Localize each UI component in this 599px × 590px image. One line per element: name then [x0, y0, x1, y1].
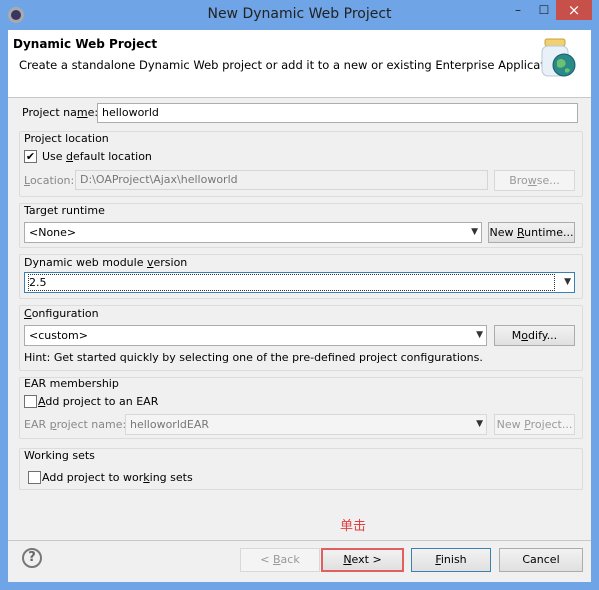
configuration-label: Configuration — [24, 307, 99, 320]
close-button[interactable]: × — [556, 0, 592, 20]
configuration-value: <custom> — [29, 329, 88, 342]
ear-project-name-select[interactable]: helloworldEAR ▼ — [125, 414, 487, 435]
location-label: Location: — [24, 174, 75, 187]
ear-project-name-label: EAR project name: — [24, 418, 127, 431]
new-project-button[interactable]: New Project... — [494, 414, 575, 435]
add-to-working-sets-label: Add project to working sets — [42, 471, 193, 484]
modify-button[interactable]: Modify... — [494, 325, 575, 346]
project-location-label: Project location — [24, 132, 109, 145]
back-button[interactable]: < Back — [240, 548, 320, 572]
chevron-down-icon: ▼ — [471, 227, 478, 237]
finish-button[interactable]: Finish — [411, 548, 491, 572]
click-annotation: 单击 — [340, 519, 367, 534]
chevron-down-icon: ▼ — [476, 330, 483, 340]
module-version-value: 2.5 — [28, 274, 555, 291]
cancel-button[interactable]: Cancel — [499, 548, 583, 572]
add-to-ear-checkbox[interactable] — [24, 395, 37, 408]
configuration-select[interactable]: <custom> ▼ — [24, 325, 487, 346]
module-version-select[interactable]: 2.5 ▼ — [24, 272, 575, 293]
ear-project-name-value: helloworldEAR — [130, 418, 209, 431]
maximize-button[interactable]: ☐ — [531, 0, 557, 20]
target-runtime-value: <None> — [29, 226, 77, 239]
chevron-down-icon: ▼ — [564, 277, 571, 287]
project-name-input[interactable]: helloworld — [97, 103, 578, 123]
use-default-location-checkbox[interactable]: ✔ — [24, 150, 37, 163]
configuration-hint: Hint: Get started quickly by selecting o… — [24, 351, 483, 364]
target-runtime-select[interactable]: <None> ▼ — [24, 222, 482, 243]
project-name-label: Project name: — [22, 106, 99, 119]
help-icon[interactable]: ? — [22, 548, 42, 568]
wizard-title: Dynamic Web Project — [13, 37, 158, 51]
use-default-location-label: Use default location — [42, 150, 152, 163]
location-input[interactable]: D:\OAProject\Ajax\helloworld — [75, 170, 488, 190]
add-to-ear-label: Add project to an EAR — [38, 395, 159, 408]
target-runtime-label: Target runtime — [24, 204, 105, 217]
web-project-jar-globe-icon — [541, 38, 576, 77]
working-sets-label: Working sets — [24, 449, 95, 462]
title-bar: New Dynamic Web Project – ☐ × — [0, 0, 599, 30]
chevron-down-icon: ▼ — [476, 419, 483, 429]
ear-membership-label: EAR membership — [24, 377, 119, 390]
module-version-label: Dynamic web module version — [24, 256, 188, 269]
add-to-working-sets-checkbox[interactable] — [28, 471, 41, 484]
minimize-button[interactable]: – — [505, 0, 531, 20]
next-button[interactable]: Next > — [321, 548, 404, 572]
new-runtime-button[interactable]: New Runtime... — [488, 222, 575, 243]
button-bar-separator — [8, 540, 591, 541]
browse-button[interactable]: Browse... — [494, 170, 575, 191]
wizard-description: Create a standalone Dynamic Web project … — [19, 58, 567, 72]
